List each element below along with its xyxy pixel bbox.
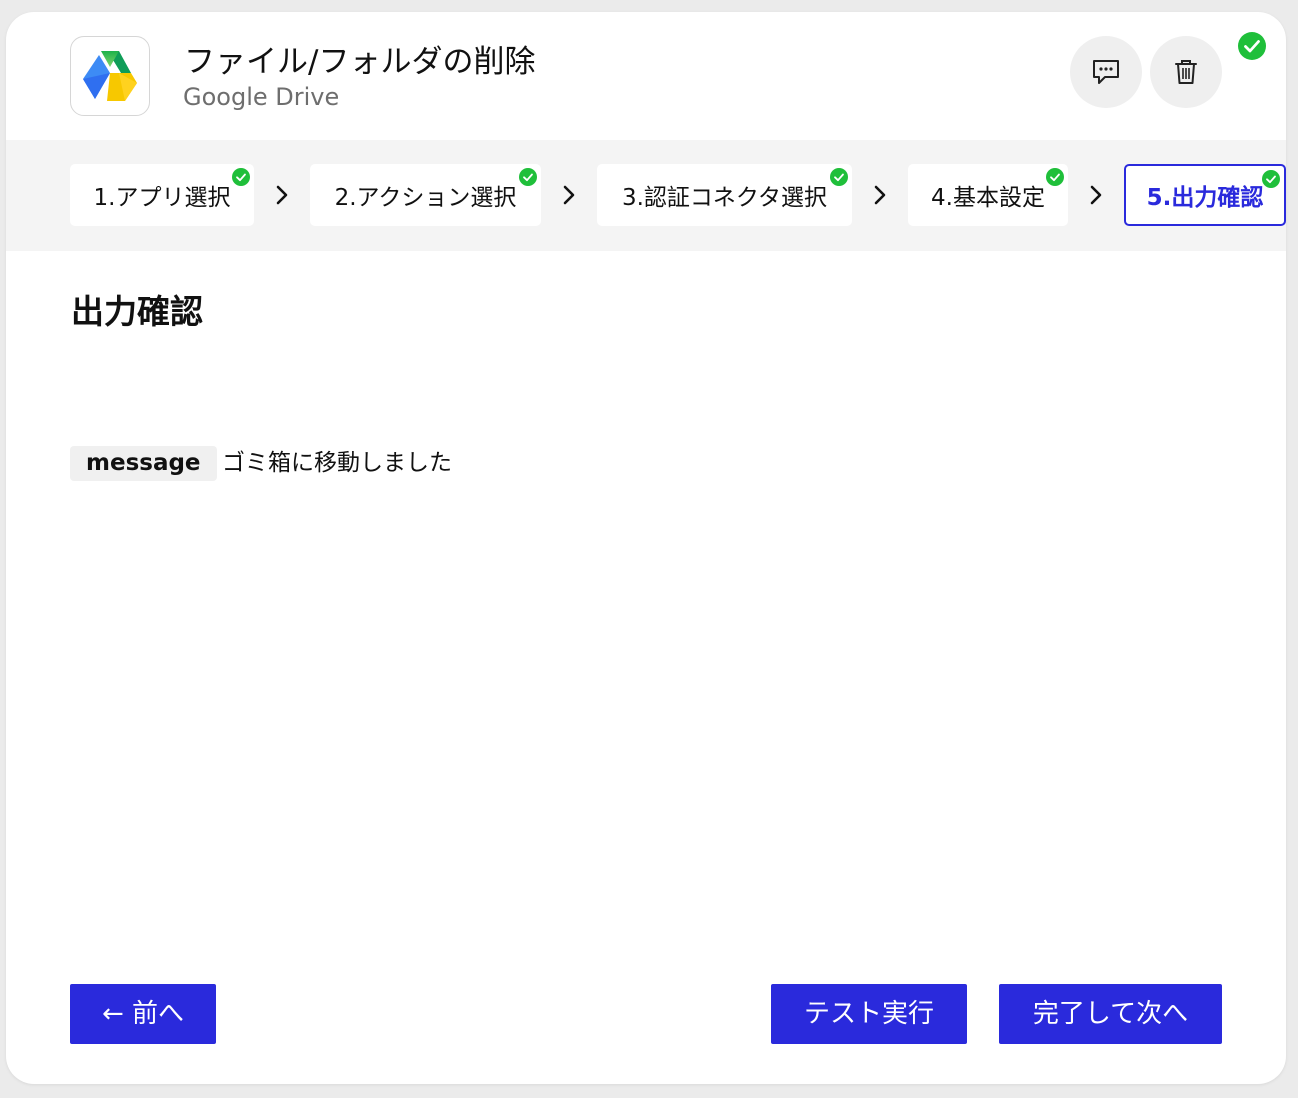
- step-navigation: 1.アプリ選択 2.アクション選択 3.認証コネクタ選択 4.基本設定 5.出力…: [6, 140, 1286, 251]
- action-card: ファイル/フォルダの削除 Google Drive 1.アプリ選択 2.アクショ…: [6, 12, 1286, 1084]
- step-label: 1.アプリ選択: [93, 185, 231, 211]
- back-button[interactable]: ← 前へ: [70, 984, 216, 1044]
- trash-icon: [1175, 60, 1197, 84]
- chevron-right-icon: [874, 185, 886, 205]
- chevron-right-icon: [276, 185, 288, 205]
- delete-button[interactable]: [1150, 36, 1222, 108]
- complete-next-button[interactable]: 完了して次へ: [999, 984, 1222, 1044]
- status-complete-icon: [1238, 32, 1266, 60]
- test-run-button[interactable]: テスト実行: [771, 984, 967, 1044]
- step-label: 5.出力確認: [1146, 185, 1264, 211]
- google-drive-icon: [83, 51, 137, 101]
- chevron-right-icon: [563, 185, 575, 205]
- check-icon: [519, 168, 537, 186]
- section-title: 出力確認: [71, 292, 203, 331]
- check-icon: [830, 168, 848, 186]
- step-basic-settings[interactable]: 4.基本設定: [908, 164, 1068, 226]
- step-label: 3.認証コネクタ選択: [621, 185, 828, 211]
- comment-button[interactable]: [1070, 36, 1142, 108]
- step-label: 4.基本設定: [931, 185, 1045, 211]
- step-action-select[interactable]: 2.アクション選択: [310, 164, 541, 226]
- action-title: ファイル/フォルダの削除: [184, 44, 536, 80]
- step-app-select[interactable]: 1.アプリ選択: [70, 164, 254, 226]
- comment-icon: [1093, 60, 1119, 84]
- app-name: Google Drive: [183, 83, 340, 111]
- step-label: 2.アクション選択: [334, 185, 517, 211]
- check-icon: [1262, 170, 1280, 188]
- output-value: ゴミ箱に移動しました: [222, 450, 452, 476]
- check-icon: [1046, 168, 1064, 186]
- chevron-right-icon: [1090, 185, 1102, 205]
- output-key: message: [70, 446, 217, 481]
- google-drive-logo: [70, 36, 150, 116]
- check-icon: [232, 168, 250, 186]
- step-output-check[interactable]: 5.出力確認: [1124, 164, 1286, 226]
- step-connector-select[interactable]: 3.認証コネクタ選択: [597, 164, 852, 226]
